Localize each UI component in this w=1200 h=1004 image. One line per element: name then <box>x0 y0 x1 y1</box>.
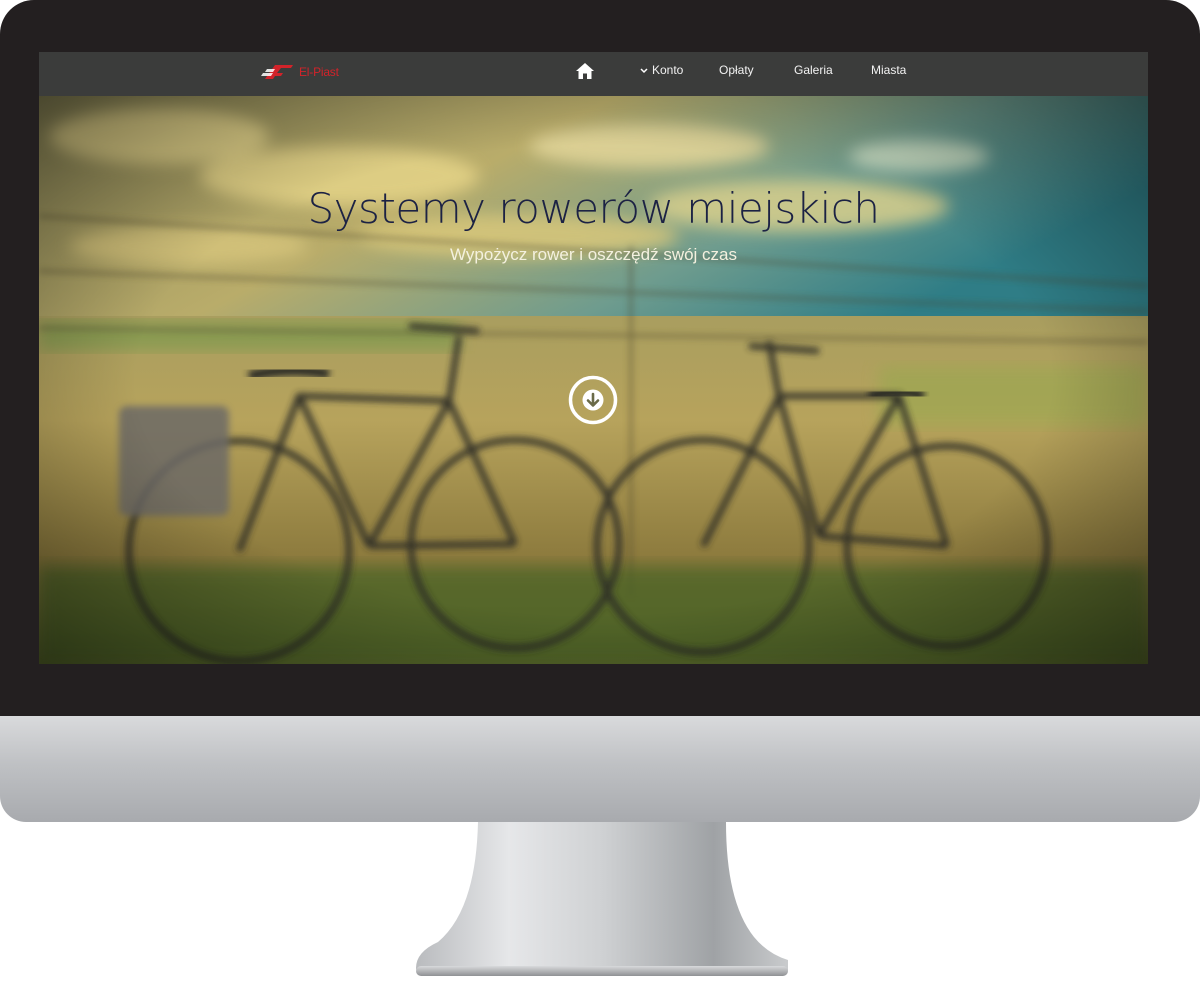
hero-title: Systemy rowerów miejskich <box>307 184 880 233</box>
hero-subtitle: Wypożycz rower i oszczędź swój czas <box>449 245 738 264</box>
el-piast-logo-icon <box>261 65 293 79</box>
nav-item-galeria[interactable]: Galeria <box>794 63 833 77</box>
monitor-chin <box>0 716 1200 822</box>
logo[interactable]: El-Piast <box>261 63 339 81</box>
arrow-down-circle-icon <box>568 375 618 425</box>
scroll-down-button[interactable] <box>568 375 618 425</box>
nav-item-miasta[interactable]: Miasta <box>871 63 906 77</box>
home-icon <box>576 63 594 79</box>
navbar: El-Piast Konto Opłaty Galeria Miasta <box>39 52 1148 96</box>
screen: El-Piast Konto Opłaty Galeria Miasta Sys… <box>39 52 1148 664</box>
nav-item-label: Galeria <box>794 63 833 77</box>
monitor-stand <box>416 822 788 976</box>
nav-item-konto[interactable]: Konto <box>640 63 683 77</box>
monitor: El-Piast Konto Opłaty Galeria Miasta Sys… <box>0 0 1200 822</box>
nav-item-oplaty[interactable]: Opłaty <box>719 63 754 77</box>
chevron-down-icon <box>640 68 648 73</box>
nav-item-label: Miasta <box>871 63 907 77</box>
nav-home[interactable] <box>575 62 595 84</box>
nav-item-label: Konto <box>652 63 684 77</box>
nav-item-label: Opłaty <box>719 63 754 77</box>
hero-section: Systemy rowerów miejskich Wypożycz rower… <box>39 96 1148 664</box>
brand-name: El-Piast <box>299 65 339 79</box>
